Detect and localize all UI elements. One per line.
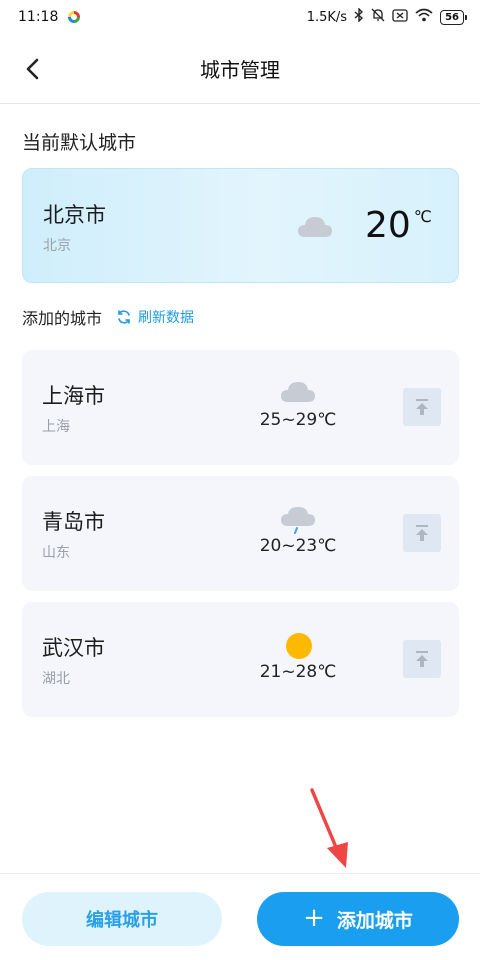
wifi-icon: [415, 8, 433, 26]
pin-top-icon: [416, 399, 428, 415]
back-arrow-icon: [26, 58, 39, 80]
refresh-label: 刷新数据: [138, 310, 195, 326]
page-title: 城市管理: [200, 58, 280, 82]
mute-icon: [371, 8, 385, 26]
edit-city-button[interactable]: 编辑城市: [22, 892, 222, 946]
city-name: 青岛市: [42, 510, 105, 534]
city-province: 山东: [42, 545, 70, 561]
header: 城市管理: [0, 34, 480, 104]
temperature-range: 21~28℃: [259, 662, 337, 682]
city-name: 武汉市: [42, 636, 105, 660]
default-city-card[interactable]: 北京市 北京 20 ℃: [22, 168, 459, 283]
city-province: 湖北: [42, 671, 70, 687]
cloudy-icon: [297, 213, 333, 243]
add-city-button[interactable]: + 添加城市: [257, 892, 459, 946]
temperature-range: 20~23℃: [259, 536, 337, 556]
status-time: 11:18: [18, 9, 59, 25]
default-city-section-title: 当前默认城市: [22, 132, 137, 154]
temperature-value: 20: [365, 205, 411, 246]
sunny-icon: [285, 632, 313, 664]
sim-icon: [392, 8, 408, 26]
city-card-qingdao[interactable]: 青岛市 山东 20~23℃: [22, 476, 459, 591]
light-rain-icon: [280, 504, 316, 538]
back-button[interactable]: [18, 54, 48, 84]
status-bar: 11:18 1.5K/s 56: [0, 0, 480, 34]
city-province: 上海: [42, 419, 70, 435]
temperature-unit: ℃: [413, 207, 432, 226]
pin-to-top-button[interactable]: [403, 640, 441, 678]
city-card-shanghai[interactable]: 上海市 上海 25~29℃: [22, 350, 459, 465]
battery-icon: 56: [440, 9, 467, 25]
city-name: 北京市: [43, 203, 106, 227]
temperature-range: 25~29℃: [259, 410, 337, 430]
default-temperature: 20 ℃: [365, 205, 432, 246]
cloudy-icon: [280, 378, 316, 408]
city-name: 上海市: [42, 384, 105, 408]
added-cities-title: 添加的城市: [22, 309, 103, 328]
city-card-wuhan[interactable]: 武汉市 湖北 21~28℃: [22, 602, 459, 717]
plus-icon: +: [303, 903, 325, 933]
refresh-data-button[interactable]: 刷新数据: [116, 307, 194, 327]
added-cities-header: 添加的城市 刷新数据: [22, 305, 194, 329]
annotation-arrow-icon: [310, 788, 348, 868]
pin-to-top-button[interactable]: [403, 388, 441, 426]
app-icon: [68, 11, 81, 23]
pin-top-icon: [416, 651, 428, 667]
pin-top-icon: [416, 525, 428, 541]
pin-to-top-button[interactable]: [403, 514, 441, 552]
city-province: 北京: [43, 238, 71, 254]
add-city-label: 添加城市: [336, 909, 413, 932]
bluetooth-icon: [354, 7, 364, 26]
bottom-bar: 编辑城市 + 添加城市: [0, 873, 480, 960]
network-speed: 1.5K/s: [306, 9, 348, 25]
refresh-icon: [118, 310, 130, 324]
